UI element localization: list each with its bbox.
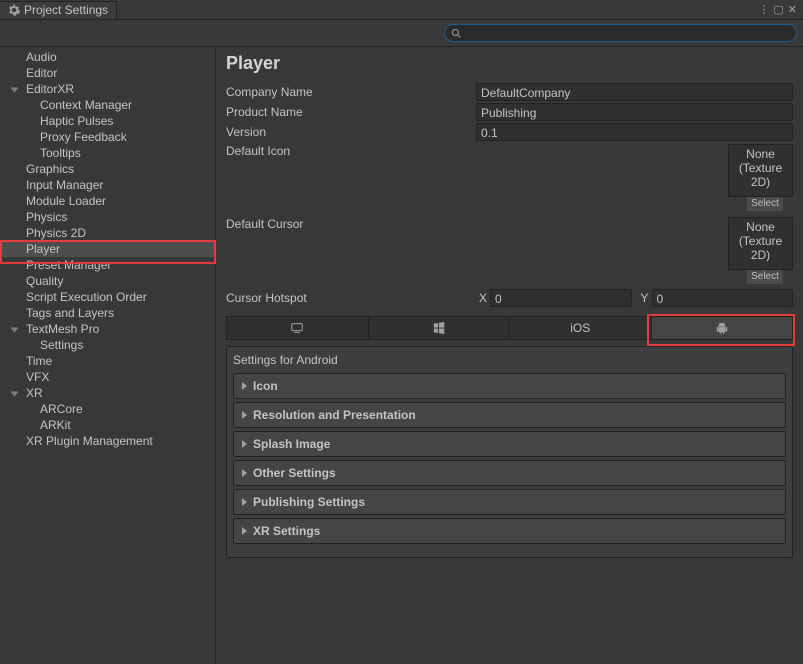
gear-icon	[8, 4, 20, 16]
sidebar-item-arkit[interactable]: ARKit	[0, 417, 215, 433]
default-cursor-label: Default Cursor	[226, 217, 476, 231]
sidebar-item-editor[interactable]: Editor	[0, 65, 215, 81]
foldout-icon[interactable]: Icon	[233, 373, 786, 399]
company-name-label: Company Name	[226, 85, 476, 99]
search-field[interactable]	[462, 26, 790, 40]
more-icon[interactable]: ⋮	[758, 3, 769, 16]
sidebar-item-xr-plugin-management[interactable]: XR Plugin Management	[0, 433, 215, 449]
default-icon-label: Default Icon	[226, 144, 476, 158]
platform-tab-ios[interactable]: iOS	[510, 317, 652, 339]
foldout-resolution-and-presentation[interactable]: Resolution and Presentation	[233, 402, 786, 428]
hotspot-x-field[interactable]: 0	[490, 289, 632, 307]
hotspot-x-label: X	[476, 291, 490, 305]
sidebar: AudioEditorEditorXRContext ManagerHaptic…	[0, 47, 216, 664]
sidebar-item-physics-2d[interactable]: Physics 2D	[0, 225, 215, 241]
sidebar-item-audio[interactable]: Audio	[0, 49, 215, 65]
sidebar-item-proxy-feedback[interactable]: Proxy Feedback	[0, 129, 215, 145]
foldout-splash-image[interactable]: Splash Image	[233, 431, 786, 457]
sidebar-item-graphics[interactable]: Graphics	[0, 161, 215, 177]
default-icon-select-button[interactable]: Select	[747, 197, 783, 211]
product-name-label: Product Name	[226, 105, 476, 119]
default-cursor-select-button[interactable]: Select	[747, 270, 783, 284]
sidebar-item-textmesh-pro[interactable]: TextMesh Pro	[0, 321, 215, 337]
android-settings-panel: Settings for Android Icon Resolution and …	[226, 346, 793, 558]
platform-tabs: iOS	[226, 316, 793, 340]
sidebar-item-context-manager[interactable]: Context Manager	[0, 97, 215, 113]
maximize-icon[interactable]: ▢	[773, 3, 783, 16]
content-panel: Player ? Company Name DefaultCompany Pro…	[216, 47, 803, 664]
sidebar-item-module-loader[interactable]: Module Loader	[0, 193, 215, 209]
company-name-field[interactable]: DefaultCompany	[476, 83, 793, 101]
sidebar-item-preset-manager[interactable]: Preset Manager	[0, 257, 215, 273]
search-input[interactable]	[444, 24, 797, 42]
close-icon[interactable]: ✕	[788, 3, 797, 16]
page-title: Player	[226, 53, 781, 74]
windows-icon	[432, 321, 446, 335]
foldout-publishing-settings[interactable]: Publishing Settings	[233, 489, 786, 515]
titlebar: Project Settings ⋮ ▢ ✕	[0, 0, 803, 20]
sidebar-item-arcore[interactable]: ARCore	[0, 401, 215, 417]
sidebar-item-haptic-pulses[interactable]: Haptic Pulses	[0, 113, 215, 129]
settings-panel-title: Settings for Android	[233, 351, 786, 373]
window-title: Project Settings	[24, 3, 108, 17]
default-cursor-slot[interactable]: None (Texture 2D)	[728, 217, 793, 270]
sidebar-item-vfx[interactable]: VFX	[0, 369, 215, 385]
default-icon-slot[interactable]: None (Texture 2D)	[728, 144, 793, 197]
searchbar-row	[0, 20, 803, 47]
sidebar-item-tags-and-layers[interactable]: Tags and Layers	[0, 305, 215, 321]
product-name-field[interactable]: Publishing	[476, 103, 793, 121]
hotspot-y-label: Y	[638, 291, 652, 305]
version-label: Version	[226, 125, 476, 139]
sidebar-item-settings[interactable]: Settings	[0, 337, 215, 353]
hotspot-y-field[interactable]: 0	[652, 289, 794, 307]
sidebar-item-input-manager[interactable]: Input Manager	[0, 177, 215, 193]
sidebar-item-script-execution-order[interactable]: Script Execution Order	[0, 289, 215, 305]
window-tab[interactable]: Project Settings	[0, 1, 117, 19]
sidebar-item-physics[interactable]: Physics	[0, 209, 215, 225]
version-field[interactable]: 0.1	[476, 123, 793, 141]
search-icon	[451, 28, 462, 39]
sidebar-item-xr[interactable]: XR	[0, 385, 215, 401]
android-icon	[715, 321, 729, 335]
platform-tab-standalone[interactable]	[227, 317, 369, 339]
platform-tab-windows[interactable]	[369, 317, 511, 339]
sidebar-item-tooltips[interactable]: Tooltips	[0, 145, 215, 161]
foldout-xr-settings[interactable]: XR Settings	[233, 518, 786, 544]
sidebar-item-player[interactable]: Player	[0, 241, 215, 257]
sidebar-item-time[interactable]: Time	[0, 353, 215, 369]
sidebar-item-editorxr[interactable]: EditorXR	[0, 81, 215, 97]
platform-tab-android[interactable]	[652, 317, 793, 339]
sidebar-item-quality[interactable]: Quality	[0, 273, 215, 289]
monitor-icon	[290, 321, 304, 335]
foldout-other-settings[interactable]: Other Settings	[233, 460, 786, 486]
cursor-hotspot-label: Cursor Hotspot	[226, 291, 476, 305]
